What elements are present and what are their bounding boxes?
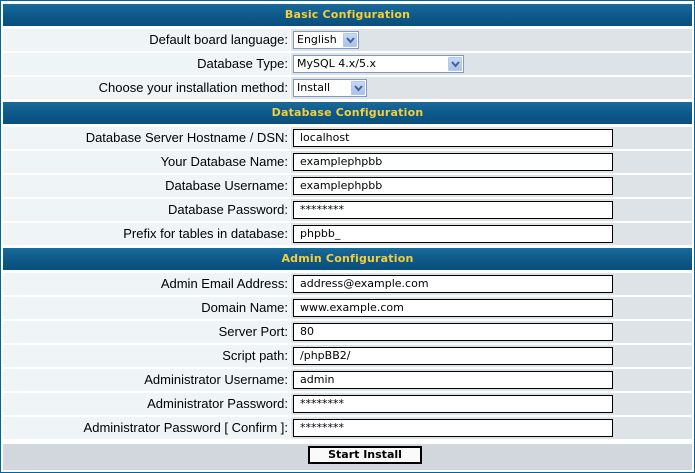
- form-footer: Start Install: [3, 444, 692, 470]
- language-label: Default board language:: [149, 32, 288, 47]
- admin-username-row: Administrator Username: admin: [3, 369, 692, 391]
- admin-email-row: Admin Email Address: address@example.com: [3, 273, 692, 295]
- db-hostname-input[interactable]: localhost: [293, 129, 613, 147]
- script-path-input[interactable]: /phpBB2/: [293, 347, 613, 365]
- admin-username-input[interactable]: admin: [293, 371, 613, 389]
- script-path-label: Script path:: [222, 348, 288, 363]
- domain-name-label: Domain Name:: [201, 300, 288, 315]
- db-username-label: Database Username:: [165, 178, 288, 193]
- db-password-label: Database Password:: [168, 202, 288, 217]
- db-name-row: Your Database Name: examplephpbb: [3, 151, 692, 173]
- script-path-row: Script path: /phpBB2/: [3, 345, 692, 367]
- install-form: Basic Configuration Default board langua…: [0, 0, 695, 473]
- db-username-row: Database Username: examplephpbb: [3, 175, 692, 197]
- server-port-label: Server Port:: [218, 324, 288, 339]
- table-prefix-input[interactable]: phpbb_: [293, 225, 613, 243]
- install-method-row: Choose your installation method: Install: [3, 77, 692, 99]
- table-prefix-row: Prefix for tables in database: phpbb_: [3, 223, 692, 245]
- install-method-label: Choose your installation method:: [98, 80, 288, 95]
- basic-config-header: Basic Configuration: [3, 4, 692, 26]
- admin-password-confirm-row: Administrator Password [ Confirm ]: ****…: [3, 417, 692, 439]
- db-name-input[interactable]: examplephpbb: [293, 153, 613, 171]
- admin-email-label: Admin Email Address:: [160, 276, 288, 291]
- chevron-down-icon: [448, 57, 462, 71]
- admin-password-label: Administrator Password:: [147, 396, 288, 411]
- server-port-row: Server Port: 80: [3, 321, 692, 343]
- domain-name-input[interactable]: www.example.com: [293, 299, 613, 317]
- admin-password-confirm-label: Administrator Password [ Confirm ]:: [83, 420, 288, 435]
- start-install-button[interactable]: Start Install: [308, 446, 422, 464]
- database-config-header: Database Configuration: [3, 102, 692, 124]
- db-password-row: Database Password: ********: [3, 199, 692, 221]
- db-type-label: Database Type:: [197, 56, 288, 71]
- server-port-input[interactable]: 80: [293, 323, 613, 341]
- chevron-down-icon: [351, 81, 365, 95]
- table-prefix-label: Prefix for tables in database:: [123, 226, 288, 241]
- admin-password-row: Administrator Password: ********: [3, 393, 692, 415]
- admin-password-input[interactable]: ********: [293, 395, 613, 413]
- db-type-select[interactable]: MySQL 4.x/5.x: [293, 55, 464, 73]
- admin-username-label: Administrator Username:: [144, 372, 288, 387]
- language-row: Default board language: English: [3, 29, 692, 51]
- domain-name-row: Domain Name: www.example.com: [3, 297, 692, 319]
- chevron-down-icon: [343, 33, 357, 47]
- language-select[interactable]: English: [293, 31, 359, 49]
- db-hostname-row: Database Server Hostname / DSN: localhos…: [3, 127, 692, 149]
- admin-config-header: Admin Configuration: [3, 248, 692, 270]
- db-type-row: Database Type: MySQL 4.x/5.x: [3, 53, 692, 75]
- admin-password-confirm-input[interactable]: ********: [293, 419, 613, 437]
- install-method-select[interactable]: Install: [293, 79, 367, 97]
- db-hostname-label: Database Server Hostname / DSN:: [85, 130, 288, 145]
- admin-email-input[interactable]: address@example.com: [293, 275, 613, 293]
- db-username-input[interactable]: examplephpbb: [293, 177, 613, 195]
- db-password-input[interactable]: ********: [293, 201, 613, 219]
- db-name-label: Your Database Name:: [160, 154, 288, 169]
